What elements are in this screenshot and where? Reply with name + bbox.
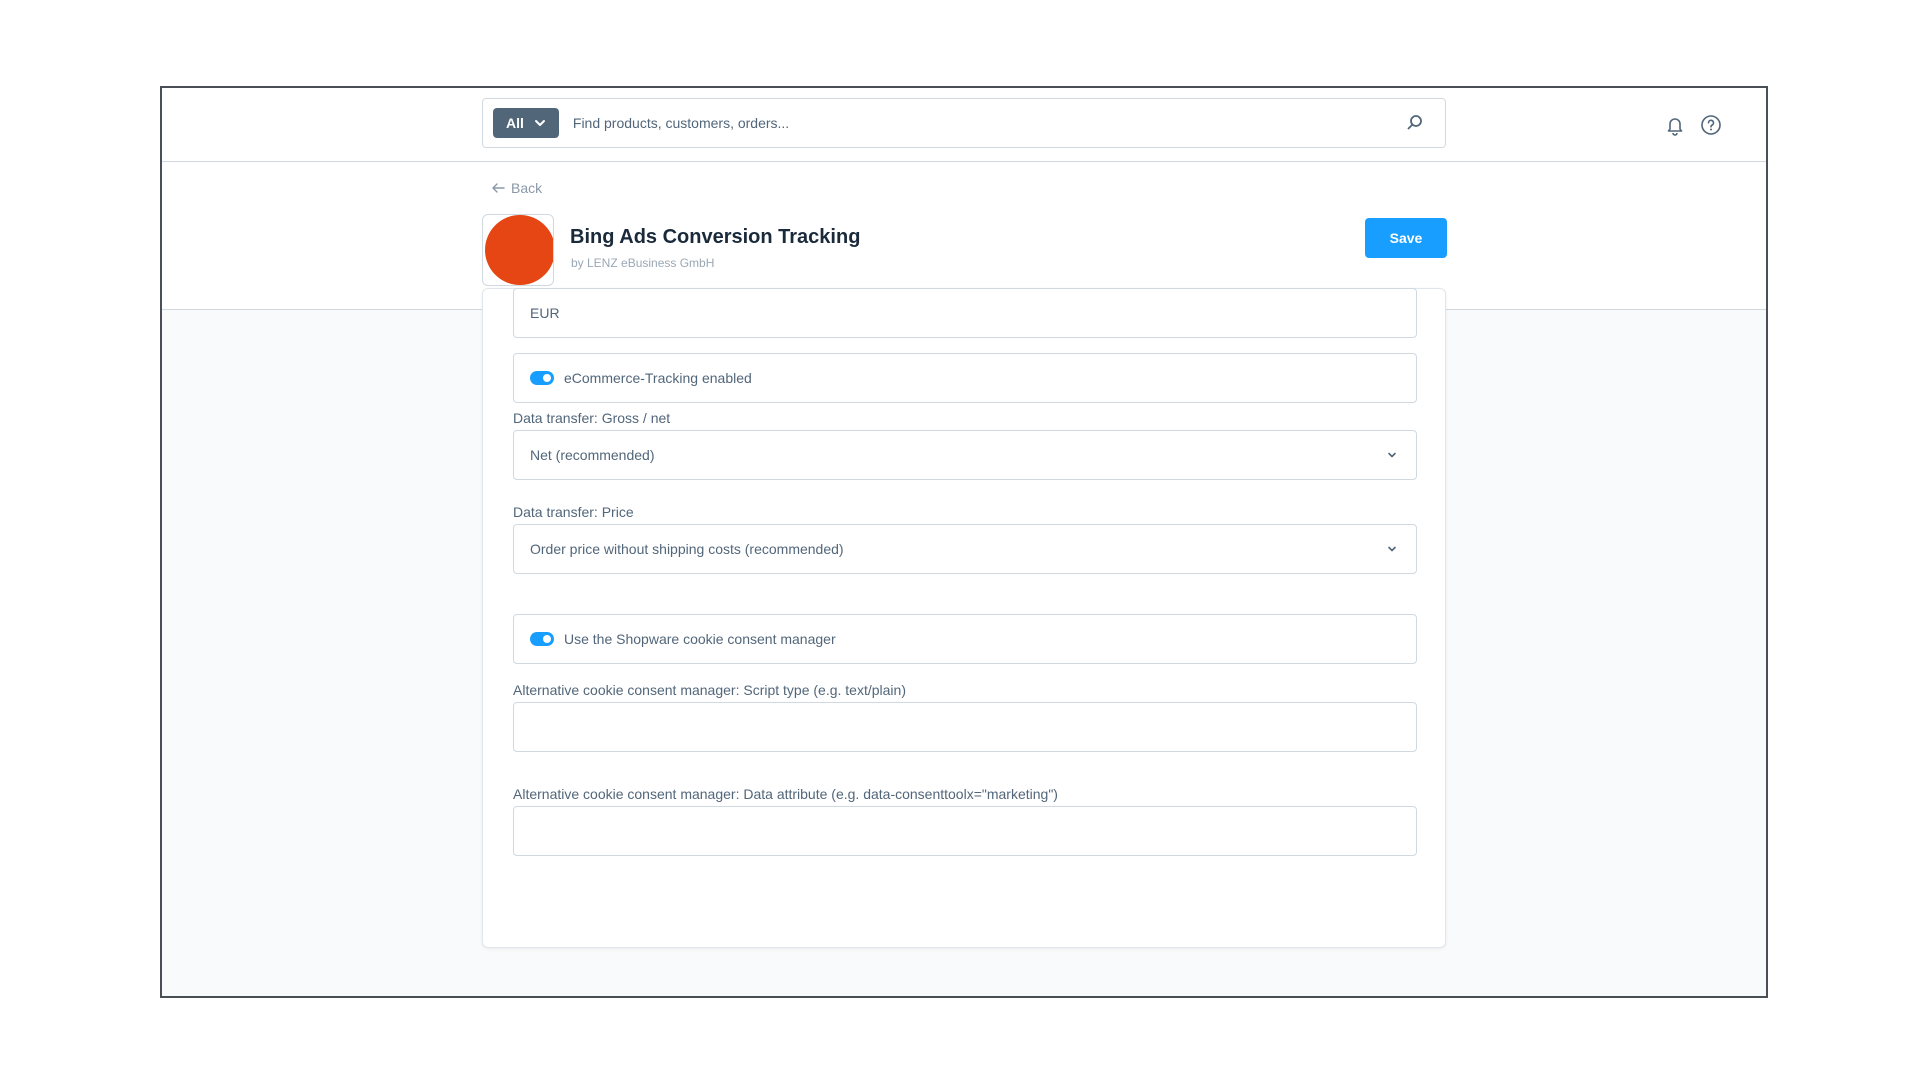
page-title: Bing Ads Conversion Tracking bbox=[570, 226, 861, 248]
search-icon[interactable] bbox=[1405, 113, 1425, 133]
top-actions bbox=[1664, 114, 1722, 136]
data-attribute-label: Alternative cookie consent manager: Data… bbox=[513, 786, 1058, 802]
back-label: Back bbox=[511, 180, 543, 196]
help-icon[interactable] bbox=[1700, 114, 1722, 136]
gross-net-label: Data transfer: Gross / net bbox=[513, 410, 671, 426]
gross-net-value: Net (recommended) bbox=[530, 447, 655, 463]
script-type-label: Alternative cookie consent manager: Scri… bbox=[513, 682, 906, 698]
ecommerce-tracking-label: eCommerce-Tracking enabled bbox=[564, 370, 752, 386]
bell-icon[interactable] bbox=[1664, 114, 1686, 136]
price-label: Data transfer: Price bbox=[513, 504, 634, 520]
save-button[interactable]: Save bbox=[1365, 218, 1447, 258]
price-select[interactable]: Order price without shipping costs (reco… bbox=[513, 524, 1417, 574]
arrow-left-icon bbox=[492, 183, 505, 193]
ecommerce-tracking-toggle-field: eCommerce-Tracking enabled bbox=[513, 353, 1417, 403]
price-value: Order price without shipping costs (reco… bbox=[530, 541, 844, 557]
global-search: All bbox=[482, 98, 1446, 148]
currency-field[interactable]: EUR bbox=[513, 288, 1417, 338]
gross-net-select[interactable]: Net (recommended) bbox=[513, 430, 1417, 480]
ecommerce-tracking-switch[interactable] bbox=[530, 371, 554, 385]
chevron-down-icon bbox=[1388, 546, 1396, 552]
chevron-down-icon bbox=[534, 120, 545, 126]
cookie-consent-switch[interactable] bbox=[530, 632, 554, 646]
cookie-consent-label: Use the Shopware cookie consent manager bbox=[564, 631, 836, 647]
data-attribute-input[interactable] bbox=[513, 806, 1417, 856]
chevron-down-icon bbox=[1388, 452, 1396, 458]
extension-logo bbox=[482, 214, 554, 286]
back-link[interactable]: Back bbox=[492, 180, 542, 196]
settings-card: EUR eCommerce-Tracking enabled Data tran… bbox=[482, 288, 1446, 948]
currency-value: EUR bbox=[530, 305, 560, 321]
search-type-label: All bbox=[506, 115, 524, 131]
search-input[interactable] bbox=[558, 99, 1405, 147]
admin-window: All Back Bing Ads Conversion Tracking by… bbox=[160, 86, 1768, 998]
script-type-input[interactable] bbox=[513, 702, 1417, 752]
cookie-consent-toggle-field: Use the Shopware cookie consent manager bbox=[513, 614, 1417, 664]
search-type-selector[interactable]: All bbox=[493, 108, 559, 138]
top-bar: All bbox=[162, 88, 1766, 162]
logo-mark bbox=[485, 215, 553, 285]
vendor-name: by LENZ eBusiness GmbH bbox=[571, 256, 715, 270]
